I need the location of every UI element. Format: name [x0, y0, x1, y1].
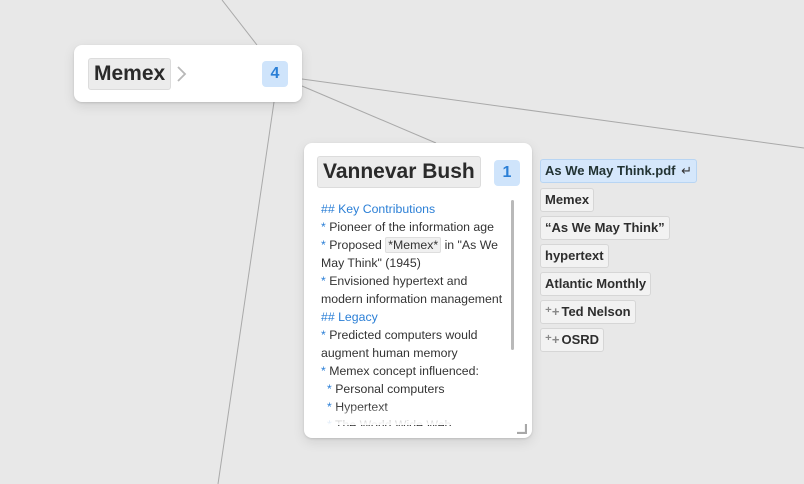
- memex-card[interactable]: Memex 4: [74, 45, 302, 102]
- note-text: Memex concept influenced:: [329, 364, 479, 378]
- inline-link-chip[interactable]: *Memex*: [385, 237, 442, 253]
- note-line: * Predicted computers would: [321, 326, 515, 344]
- enter-key-icon: ↵: [677, 163, 693, 178]
- linked-item-tag[interactable]: ⁺+ OSRD: [540, 328, 605, 352]
- note-line: * Personal computers: [321, 380, 515, 398]
- note-text: Proposed: [329, 238, 386, 252]
- tag-label: OSRD: [561, 332, 600, 347]
- connection-line: [301, 78, 804, 149]
- note-text: augment human memory: [321, 346, 458, 360]
- note-text: ## Key Contributions: [321, 202, 436, 216]
- note-line: * Memex concept influenced:: [321, 362, 515, 380]
- note-line: ## Key Contributions: [321, 200, 515, 218]
- note-line: * Proposed *Memex* in "As We: [321, 236, 515, 254]
- link-count-badge[interactable]: 4: [262, 61, 288, 87]
- note-line: * Pioneer of the information age: [321, 218, 515, 236]
- resize-handle-icon[interactable]: [515, 422, 527, 434]
- chevron-right-icon[interactable]: [174, 64, 190, 84]
- tag-label: “As We May Think”: [545, 220, 665, 235]
- tag-label: Ted Nelson: [561, 304, 631, 319]
- note-text: Predicted computers would: [329, 328, 478, 342]
- bullet-marker: *: [321, 274, 330, 288]
- bullet-marker: *: [327, 382, 336, 396]
- note-line: modern information management: [321, 290, 515, 308]
- link-count-badge[interactable]: 1: [494, 160, 520, 186]
- note-line: ## Legacy: [321, 308, 515, 326]
- note-text: Pioneer of the information age: [329, 220, 494, 234]
- note-text: Personal computers: [335, 382, 445, 396]
- note-text: ## Legacy: [321, 310, 378, 324]
- bullet-marker: *: [321, 220, 330, 234]
- vannevar-bush-card[interactable]: Vannevar Bush 1 ## Key Contributions * Pi…: [304, 143, 532, 438]
- connection-line: [221, 0, 258, 46]
- linked-item-tag[interactable]: hypertext: [540, 244, 609, 268]
- note-text: in "As We: [441, 238, 498, 252]
- bullet-marker: *: [321, 238, 330, 252]
- linked-item-tag[interactable]: Atlantic Monthly: [540, 272, 652, 296]
- tag-label: As We May Think.pdf: [545, 163, 676, 178]
- tag-label: Memex: [545, 192, 590, 207]
- note-text: modern information management: [321, 292, 503, 306]
- note-fade: [304, 405, 532, 425]
- note-line: * Envisioned hypertext and: [321, 272, 515, 290]
- tag-label: hypertext: [545, 248, 604, 263]
- linked-item-tag[interactable]: Memex: [540, 188, 595, 212]
- note-text: Envisioned hypertext and: [329, 274, 468, 288]
- tag-label: Atlantic Monthly: [545, 276, 647, 291]
- linked-item-tag[interactable]: “As We May Think”: [540, 216, 670, 240]
- note-line: augment human memory: [321, 344, 515, 362]
- add-link-icon: ⁺+: [545, 332, 560, 347]
- connection-line: [217, 101, 275, 484]
- card-title[interactable]: Vannevar Bush: [317, 156, 481, 188]
- add-link-icon: ⁺+: [545, 304, 560, 319]
- graph-canvas[interactable]: Memex 4 Vannevar Bush 1 ## Key Contribut…: [0, 0, 804, 484]
- note-body[interactable]: ## Key Contributions * Pioneer of the inf…: [321, 200, 515, 426]
- linked-item-tag[interactable]: As We May Think.pdf ↵: [540, 159, 698, 183]
- linked-item-tag[interactable]: ⁺+ Ted Nelson: [540, 300, 636, 324]
- bullet-marker: *: [321, 328, 330, 342]
- bullet-marker: *: [321, 364, 330, 378]
- note-scrollbar[interactable]: [511, 200, 514, 350]
- note-text: May Think" (1945): [321, 256, 421, 270]
- card-title[interactable]: Memex: [88, 58, 172, 90]
- note-line: May Think" (1945): [321, 254, 515, 272]
